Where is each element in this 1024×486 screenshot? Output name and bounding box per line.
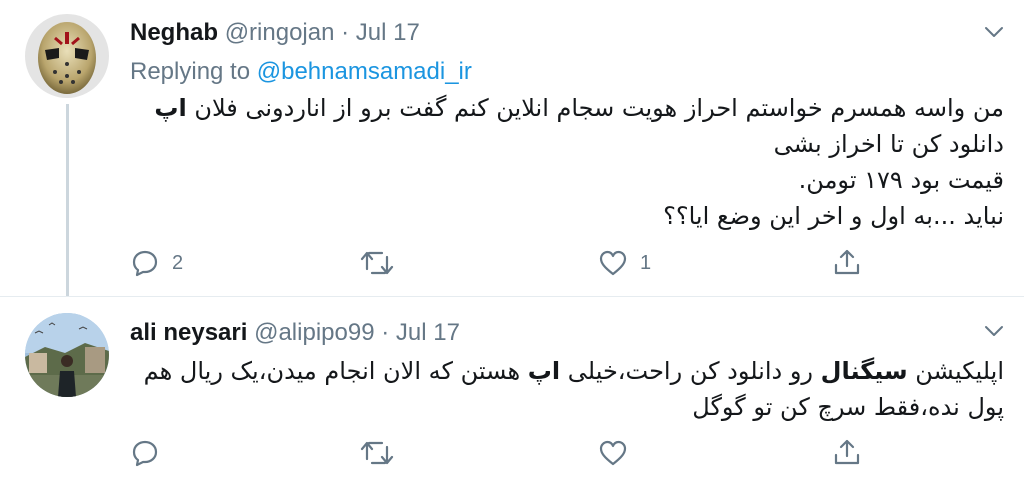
chevron-down-icon[interactable] bbox=[982, 20, 1006, 44]
heart-icon bbox=[598, 249, 628, 277]
dot-separator: · bbox=[381, 319, 390, 346]
share-icon bbox=[832, 437, 862, 467]
avatar-ali-neysari[interactable] bbox=[25, 313, 109, 397]
share-icon bbox=[832, 247, 862, 277]
tweet-2-header: ali neysari @alipipo99 · Jul 17 bbox=[130, 319, 460, 347]
reply-button[interactable]: 2 bbox=[130, 249, 183, 277]
tweet-date[interactable]: Jul 17 bbox=[356, 19, 420, 46]
text-segment: هستن که الان انجام میدن،یک ریال هم bbox=[143, 357, 528, 385]
reply-count: 2 bbox=[172, 251, 184, 274]
tweet-1[interactable]: Neghab @ringojan · Jul 17 Replying to @b… bbox=[0, 0, 1024, 300]
avatar-neghab[interactable] bbox=[25, 14, 109, 98]
text-segment: رو دانلود کن راحت،خیلی bbox=[560, 357, 821, 385]
like-button[interactable] bbox=[598, 439, 640, 467]
reply-button[interactable] bbox=[130, 439, 172, 467]
like-button[interactable]: 1 bbox=[598, 249, 651, 277]
heart-icon bbox=[598, 439, 628, 467]
share-button[interactable] bbox=[832, 247, 862, 277]
author-handle[interactable]: @ringojan bbox=[225, 19, 335, 46]
like-count: 1 bbox=[640, 251, 652, 274]
text-line: اپلیکیشن سیگنال رو دانلود کن راحت،خیلی ا… bbox=[124, 353, 1004, 389]
reply-icon bbox=[130, 439, 160, 467]
reply-icon bbox=[130, 249, 160, 277]
tweet-2-text: اپلیکیشن سیگنال رو دانلود کن راحت،خیلی ا… bbox=[124, 353, 1004, 425]
text-segment: اپلیکیشن bbox=[907, 357, 1004, 385]
text-line: من واسه همسرم خواستم احراز هویت سجام انل… bbox=[124, 90, 1004, 126]
retweet-button[interactable] bbox=[360, 249, 406, 277]
retweet-icon bbox=[360, 249, 394, 277]
text-line: دانلود کن تا اخراز بشی bbox=[773, 130, 1004, 158]
author-name[interactable]: ali neysari bbox=[130, 319, 247, 346]
author-name[interactable]: Neghab bbox=[130, 19, 218, 46]
share-button[interactable] bbox=[832, 437, 862, 467]
text-line: پول نده،فقط سرچ کن تو گوگل bbox=[692, 393, 1004, 421]
dot-separator: · bbox=[341, 19, 350, 46]
replying-prefix: Replying to bbox=[130, 58, 257, 85]
tweet-1-header: Neghab @ringojan · Jul 17 bbox=[130, 19, 420, 47]
chevron-down-icon[interactable] bbox=[982, 319, 1006, 343]
bold-text: اپ bbox=[154, 94, 187, 122]
text-line: قیمت بود ۱۷۹ تومن. bbox=[798, 166, 1004, 194]
thread-connector bbox=[66, 104, 69, 300]
author-handle[interactable]: @alipipo99 bbox=[254, 319, 374, 346]
replying-to: Replying to @behnamsamadi_ir bbox=[130, 58, 472, 86]
tweet-date[interactable]: Jul 17 bbox=[396, 319, 460, 346]
text-segment: من واسه همسرم خواستم احراز هویت سجام انل… bbox=[186, 94, 1004, 122]
replying-mention[interactable]: @behnamsamadi_ir bbox=[257, 58, 472, 85]
retweet-icon bbox=[360, 439, 394, 467]
bold-text: سیگنال bbox=[820, 357, 908, 385]
text-line: نباید ...به اول و اخر این وضع ایا؟؟ bbox=[663, 202, 1004, 230]
retweet-button[interactable] bbox=[360, 439, 406, 467]
bold-text: اپ bbox=[527, 357, 561, 385]
tweet-2[interactable]: ali neysari @alipipo99 · Jul 17 اپلیکیشن… bbox=[0, 296, 1024, 486]
tweet-1-text: من واسه همسرم خواستم احراز هویت سجام انل… bbox=[124, 90, 1004, 234]
